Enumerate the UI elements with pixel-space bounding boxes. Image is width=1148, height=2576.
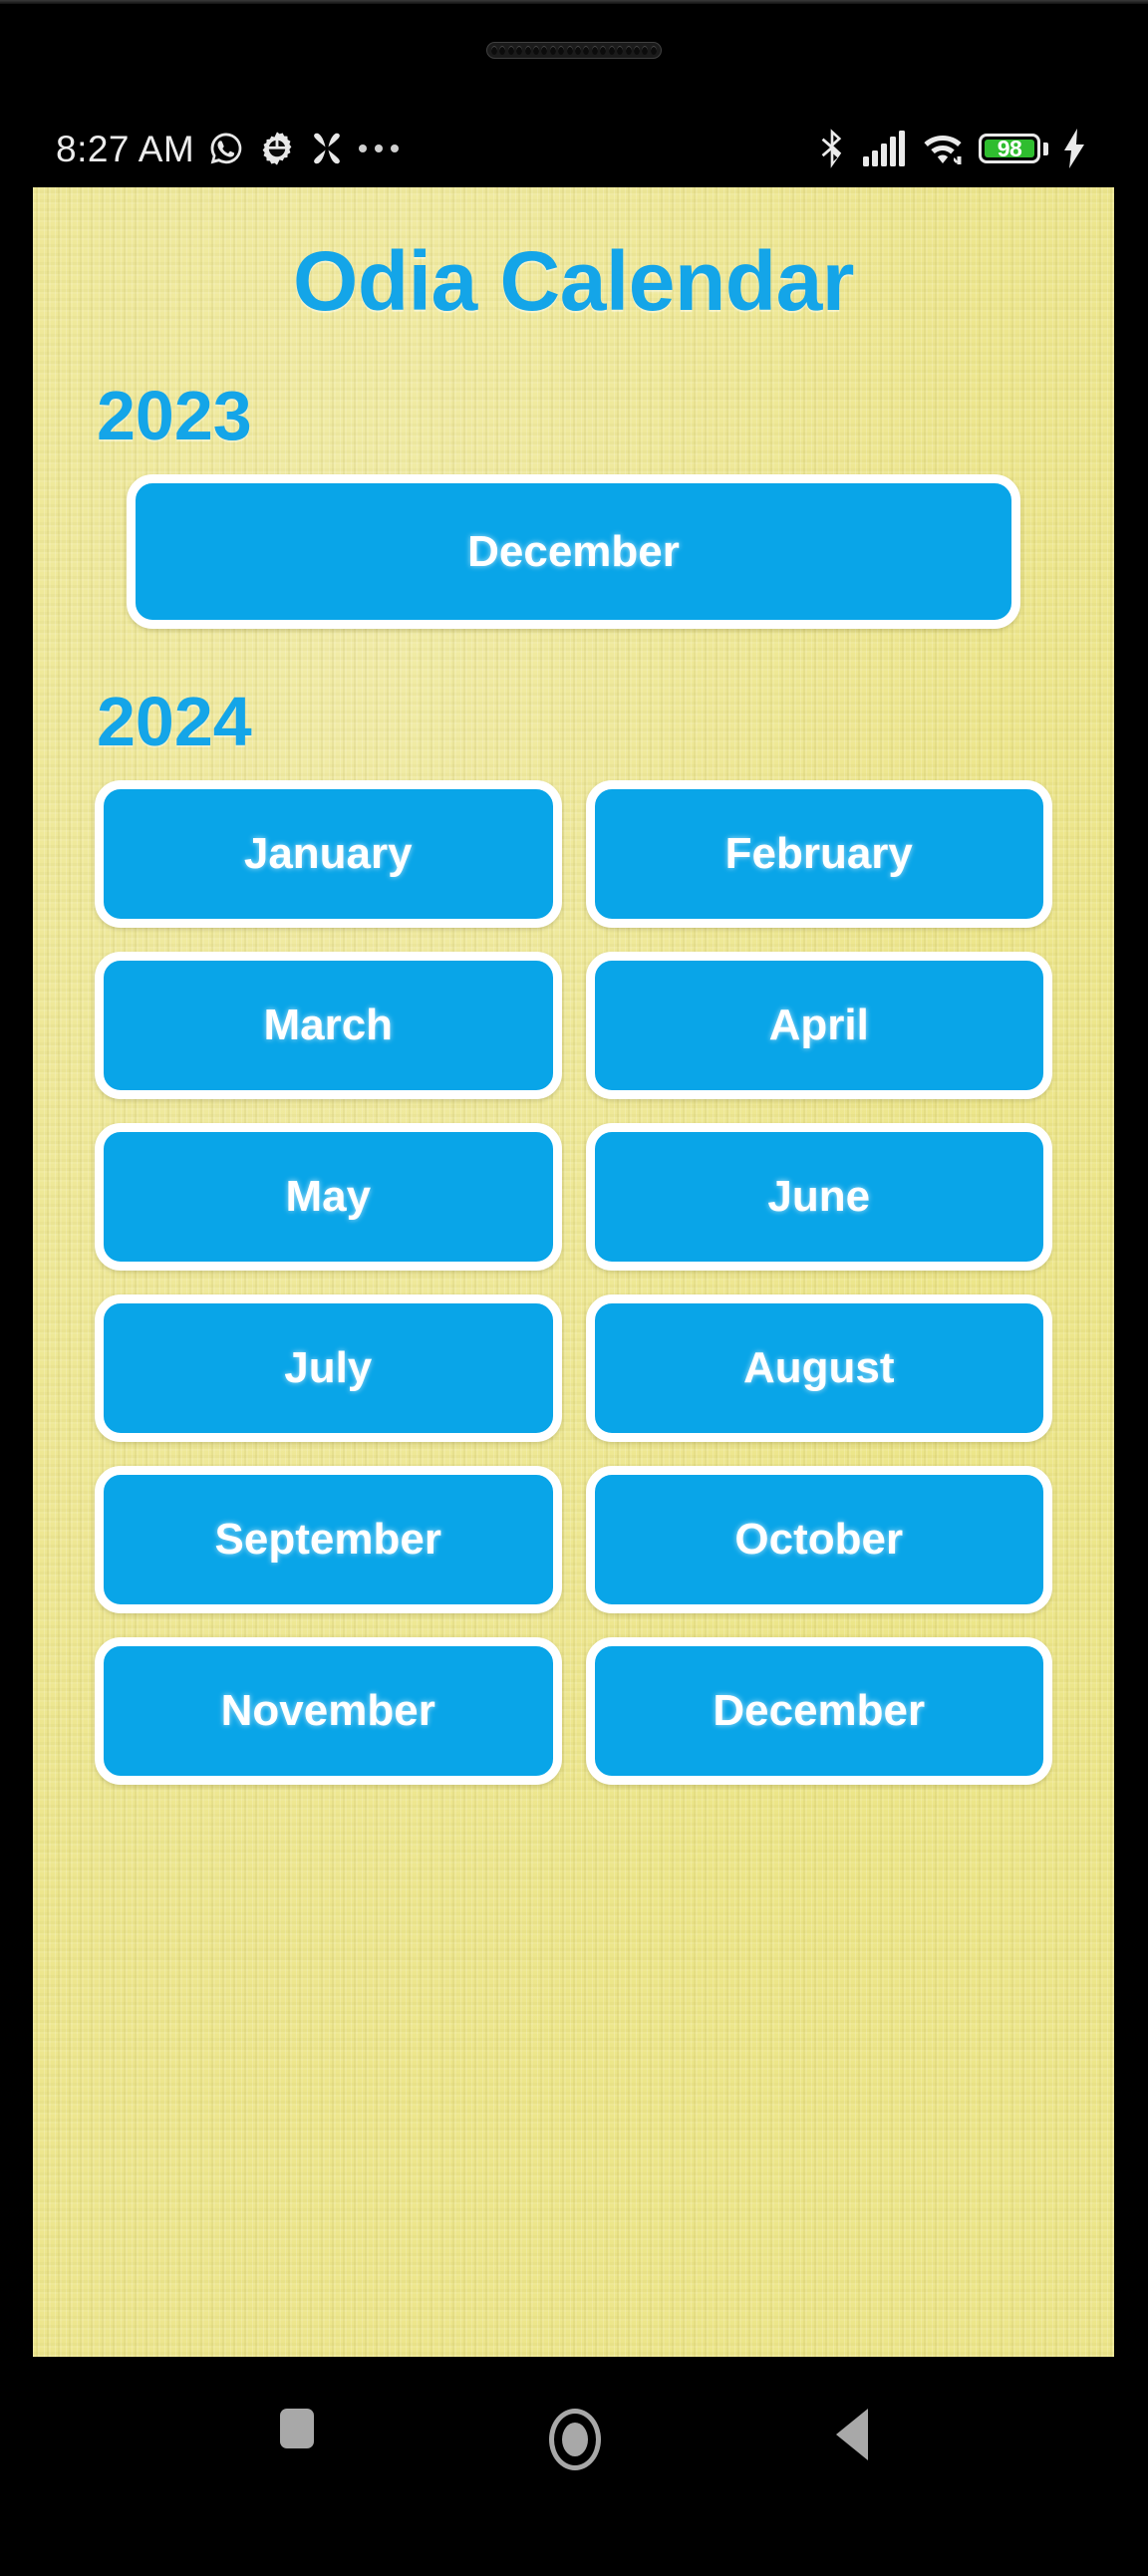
status-bar-left: 8:27 AM: [56, 130, 400, 167]
month-button-june[interactable]: June: [585, 1123, 1052, 1271]
month-row: November December: [33, 1637, 1114, 1785]
gear-icon: [258, 130, 296, 167]
month-button-october[interactable]: October: [585, 1466, 1052, 1613]
month-button-december-2023[interactable]: December: [127, 474, 1020, 629]
month-button-december-2024[interactable]: December: [585, 1637, 1052, 1785]
bluetooth-icon: [815, 128, 849, 169]
month-button-july[interactable]: July: [95, 1294, 562, 1442]
phone-frame: 8:27 AM 98 Odia Calendar 2023 December 2…: [0, 0, 1148, 2576]
battery-fill: 98: [985, 135, 1034, 161]
month-row: July August: [33, 1294, 1114, 1442]
status-clock: 8:27 AM: [56, 128, 195, 169]
wifi-icon: [921, 131, 965, 166]
speaker-grille-icon: [486, 42, 662, 59]
battery-percent-label: 98: [997, 135, 1022, 161]
charging-bolt-icon: [1062, 129, 1086, 168]
system-navigation-bar: [0, 2357, 1148, 2576]
month-button-april[interactable]: April: [585, 952, 1052, 1099]
month-button-february[interactable]: February: [585, 780, 1052, 928]
month-row: December: [33, 474, 1114, 629]
month-button-may[interactable]: May: [95, 1123, 562, 1271]
recents-button-icon[interactable]: [280, 2409, 314, 2448]
month-row: September October: [33, 1466, 1114, 1613]
bezel-highlight: [0, 0, 1148, 4]
status-bar-right: 98: [815, 128, 1086, 169]
more-dots-icon: [358, 142, 400, 155]
whatsapp-icon: [207, 130, 245, 167]
month-grid-2024: January February March April May June Ju…: [33, 780, 1114, 1785]
clover-icon: [309, 131, 345, 166]
month-button-november[interactable]: November: [95, 1637, 562, 1785]
month-button-september[interactable]: September: [95, 1466, 562, 1613]
battery-body: 98: [979, 134, 1040, 163]
month-row: January February: [33, 780, 1114, 928]
year-heading-2023: 2023: [97, 377, 252, 454]
month-button-january[interactable]: January: [95, 780, 562, 928]
month-button-march[interactable]: March: [95, 952, 562, 1099]
month-button-august[interactable]: August: [585, 1294, 1052, 1442]
battery-icon: 98: [979, 134, 1048, 163]
back-button-icon[interactable]: [836, 2409, 868, 2460]
home-button-icon[interactable]: [549, 2409, 601, 2470]
home-inner-dot: [562, 2423, 588, 2456]
month-row: May June: [33, 1123, 1114, 1271]
month-row: March April: [33, 952, 1114, 1099]
page-title: Odia Calendar: [292, 234, 855, 328]
app-screen: Odia Calendar 2023 December 2024 January…: [33, 187, 1114, 2357]
status-bar: 8:27 AM 98: [0, 118, 1148, 179]
battery-cap: [1043, 142, 1048, 155]
cellular-signal-icon: [863, 131, 907, 166]
year-heading-2024: 2024: [97, 683, 252, 760]
